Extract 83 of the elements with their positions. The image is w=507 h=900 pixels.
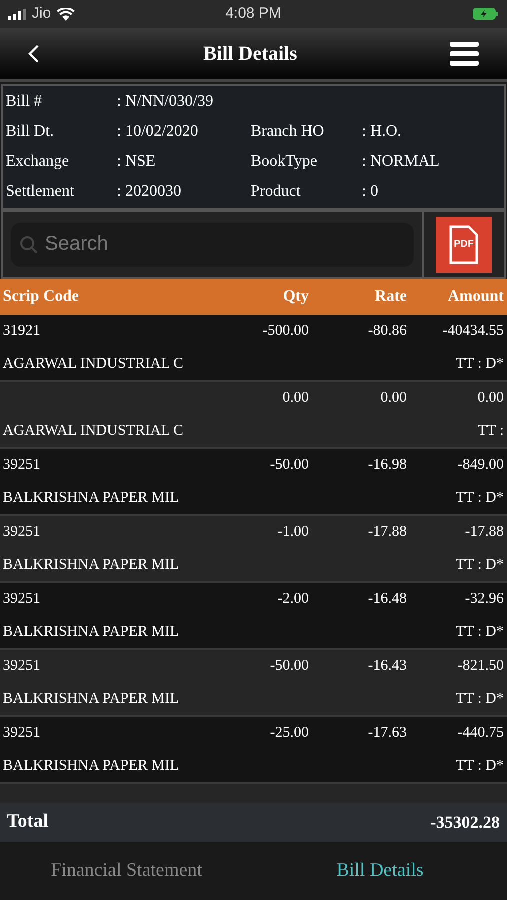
column-header: Amount bbox=[446, 287, 504, 307]
qty-cell-text: -50.00 bbox=[269, 456, 309, 475]
scrip-name: AGARWAL INDUSTRIAL C bbox=[3, 422, 184, 440]
amount-cell-text: -40434.55 bbox=[442, 322, 504, 341]
qty-cell-text: -2.00 bbox=[276, 590, 309, 609]
back-icon bbox=[28, 44, 40, 62]
field-value: : 2020030 bbox=[117, 182, 182, 202]
field-value: : N/NN/030/39 bbox=[117, 92, 214, 112]
amount-cell-text: -32.96 bbox=[464, 590, 504, 609]
field-value: : NSE bbox=[117, 152, 156, 172]
amount-cell-text: 0.00 bbox=[476, 389, 504, 408]
scrip-name: BALKRISHNA PAPER MIL bbox=[3, 556, 180, 574]
scrip-code: 39251 bbox=[3, 591, 40, 607]
field-label: Exchange bbox=[6, 152, 70, 172]
field-label: Branch HO bbox=[251, 122, 326, 142]
page-title: Bill Details bbox=[202, 42, 298, 66]
tab[interactable]: Bill Details bbox=[254, 842, 507, 900]
scrip-code: 39251 bbox=[3, 457, 40, 473]
scrip-name: BALKRISHNA PAPER MIL bbox=[3, 690, 180, 708]
table-row[interactable]: 31921 -500.00 -80.86 -40434.55 AGARWAL INDUSTRIAL C TT : D* bbox=[0, 315, 507, 382]
search-field[interactable]: Search bbox=[11, 222, 414, 266]
rate-cell-text: -80.86 bbox=[367, 322, 407, 341]
trade-type: TT : bbox=[478, 422, 504, 440]
search-icon bbox=[20, 236, 38, 254]
field-value: : 0 bbox=[362, 182, 378, 202]
total-value: -35302.28 bbox=[430, 812, 500, 834]
scrip-code: 39251 bbox=[3, 658, 40, 674]
rate-cell-text: 0.00 bbox=[380, 389, 407, 408]
scrip-name: BALKRISHNA PAPER MIL bbox=[3, 622, 180, 642]
table-row[interactable]: 0.00 0.00 0.00 AGARWAL INDUSTRIAL C TT : bbox=[0, 382, 507, 449]
qty-cell-text: -1.00 bbox=[276, 523, 309, 542]
field-label: Bill Dt. bbox=[6, 122, 56, 142]
clock-time: 4:08 PM bbox=[224, 4, 282, 24]
carrier-name: Jio bbox=[32, 4, 52, 24]
amount-cell-text: -821.50 bbox=[456, 657, 504, 676]
table-row[interactable]: 39251 -25.00 -17.63 -440.75 BALKRISHNA PAPER MIL TT : D* bbox=[0, 717, 507, 784]
field-value: : H.O. bbox=[362, 122, 402, 142]
trade-type: TT : D* bbox=[456, 690, 504, 708]
battery-icon bbox=[473, 8, 499, 20]
signal-icon bbox=[8, 8, 26, 20]
scrip-code: 39251 bbox=[3, 524, 40, 540]
menu-icon bbox=[450, 42, 478, 66]
field-label: Product bbox=[251, 182, 302, 202]
rate-cell-text: -17.88 bbox=[367, 523, 407, 542]
field-value: : NORMAL bbox=[362, 152, 440, 172]
trade-type: TT : D* bbox=[456, 756, 504, 776]
scrip-name: BALKRISHNA PAPER MIL bbox=[3, 756, 180, 776]
trade-type: TT : D* bbox=[456, 556, 504, 574]
document-icon bbox=[449, 224, 479, 264]
qty-cell-text: -50.00 bbox=[269, 657, 309, 676]
column-header: Scrip Code bbox=[3, 287, 80, 307]
field-value: : 10/02/2020 bbox=[117, 122, 198, 142]
trade-type: TT : D* bbox=[456, 488, 504, 508]
scrip-code: 39251 bbox=[3, 725, 40, 741]
field-label: BookType bbox=[251, 152, 318, 172]
tab[interactable]: Financial Statement bbox=[0, 842, 254, 900]
column-header: Qty bbox=[282, 287, 309, 307]
qty-cell-text: -500.00 bbox=[262, 322, 309, 341]
trade-type: TT : D* bbox=[456, 622, 504, 642]
rate-cell-text: -16.43 bbox=[367, 657, 407, 676]
qty-cell-text: 0.00 bbox=[282, 389, 309, 408]
rate-cell-text: -16.48 bbox=[367, 590, 407, 609]
table-row[interactable]: 39251 -1.00 -17.88 -17.88 BALKRISHNA PAPER MIL TT : D* bbox=[0, 516, 507, 583]
qty-cell-text: -25.00 bbox=[269, 724, 309, 743]
scrip-name: AGARWAL INDUSTRIAL C bbox=[3, 354, 184, 374]
table-row[interactable]: 39251 -50.00 -16.43 -821.50 BALKRISHNA PAPER MIL TT : D* bbox=[0, 650, 507, 717]
column-header: Rate bbox=[374, 287, 407, 307]
scrip-code: 31921 bbox=[3, 323, 40, 339]
pdf-button[interactable]: PDF bbox=[436, 216, 492, 272]
rate-cell-text: -16.98 bbox=[367, 456, 407, 475]
field-label: Bill # bbox=[6, 92, 44, 112]
field-label: Settlement bbox=[6, 182, 76, 202]
total-label: Total bbox=[7, 810, 49, 834]
amount-cell-text: -440.75 bbox=[456, 724, 504, 743]
amount-cell-text: -17.88 bbox=[464, 523, 504, 542]
scrip-name: BALKRISHNA PAPER MIL bbox=[3, 488, 180, 508]
rate-cell-text: -17.63 bbox=[367, 724, 407, 743]
menu-button[interactable] bbox=[449, 40, 479, 66]
table-row[interactable]: 39251 -50.00 -16.98 -849.00 BALKRISHNA PAPER MIL TT : D* bbox=[0, 449, 507, 516]
table-row[interactable]: 39251 -2.00 -16.48 -32.96 BALKRISHNA PAPER MIL TT : D* bbox=[0, 583, 507, 650]
wifi-icon bbox=[57, 8, 76, 20]
amount-cell-text: -849.00 bbox=[456, 456, 504, 475]
trade-type: TT : D* bbox=[456, 354, 504, 374]
